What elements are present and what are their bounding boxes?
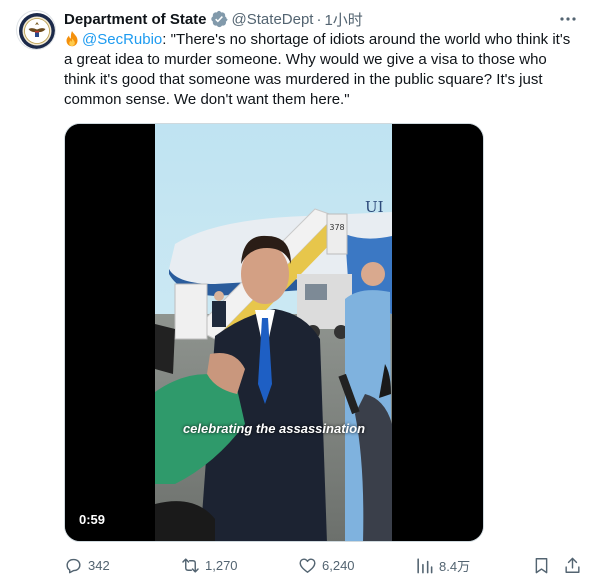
video-duration: 0:59 — [79, 512, 106, 527]
bookmark-button[interactable] — [532, 553, 556, 577]
more-icon — [560, 17, 576, 21]
video-player[interactable]: UI 378 celebrating the assassination 0:5… — [64, 123, 484, 542]
action-bar: 342 1,270 6,240 8.4万 — [0, 553, 593, 577]
views-icon — [417, 557, 433, 573]
fire-emoji-icon — [66, 31, 78, 47]
seal-avatar-icon — [19, 13, 55, 49]
post-header: Department of State @StateDept · 1小时 — [64, 9, 363, 29]
avatar[interactable] — [16, 10, 56, 50]
reply-button[interactable]: 342 — [64, 553, 110, 577]
more-button[interactable] — [557, 8, 579, 30]
share-button[interactable] — [563, 553, 587, 577]
verified-badge-icon — [210, 10, 228, 28]
views-button[interactable]: 8.4万 — [415, 553, 470, 577]
bookmark-icon — [535, 557, 548, 573]
reply-icon — [66, 558, 81, 573]
reply-count: 342 — [88, 557, 110, 573]
repost-icon — [182, 557, 199, 573]
repost-count: 1,270 — [205, 557, 238, 573]
like-icon — [299, 557, 316, 573]
share-icon — [565, 557, 580, 573]
like-count: 6,240 — [322, 557, 355, 573]
stairs-number: 378 — [329, 223, 344, 232]
repost-button[interactable]: 1,270 — [181, 553, 238, 577]
display-name[interactable]: Department of State — [64, 11, 207, 28]
post-text: @SecRubio: "There's no shortage of idiot… — [64, 30, 579, 110]
video-caption: celebrating the assassination — [182, 421, 366, 436]
timestamp[interactable]: 1小时 — [324, 9, 362, 30]
separator: · — [316, 10, 322, 28]
view-count: 8.4万 — [439, 558, 471, 574]
aircraft-text: UI — [365, 198, 384, 216]
mention-link[interactable]: @SecRubio — [82, 31, 162, 48]
video-frame: UI 378 — [65, 124, 483, 541]
handle[interactable]: @StateDept — [232, 11, 314, 28]
like-button[interactable]: 6,240 — [298, 553, 355, 577]
